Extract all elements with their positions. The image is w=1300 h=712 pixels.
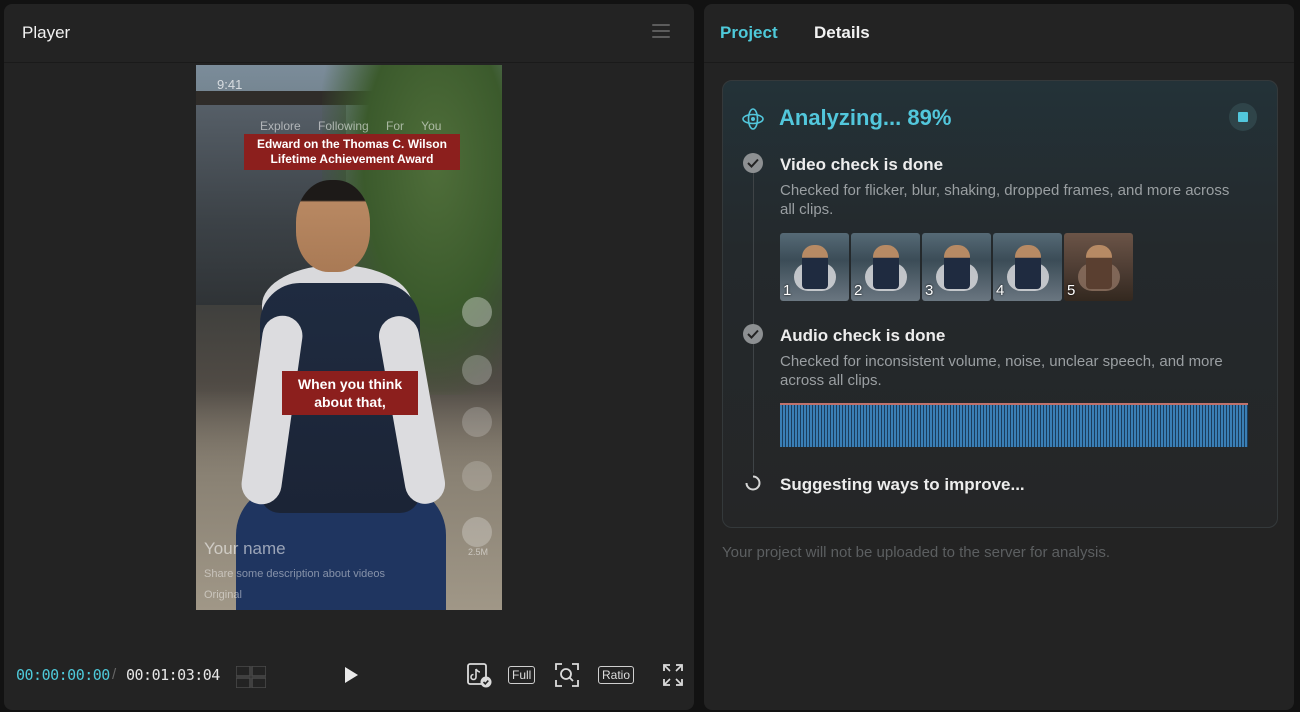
clip-number: 1 [783, 282, 792, 299]
clip-number: 3 [925, 282, 934, 299]
clip-number: 2 [854, 282, 863, 299]
comment-icon [462, 407, 492, 437]
player-title: Player [22, 23, 71, 42]
project-header: Project Details [704, 4, 1294, 63]
clip-thumbnail[interactable]: 2 [851, 233, 920, 301]
clip-number: 5 [1067, 282, 1076, 299]
clip-thumbnail[interactable]: 4 [993, 233, 1062, 301]
project-panel: Project Details Analyzing... 89% Video c… [704, 4, 1294, 710]
share-icon [462, 517, 492, 547]
ai-sparkle-icon [742, 108, 764, 130]
tiktok-check-icon[interactable] [466, 662, 494, 688]
grid-layout-icon[interactable] [236, 666, 266, 688]
total-timecode: 00:01:03:04 [126, 666, 220, 684]
player-controls: 00:00:00:00 / 00:01:03:04 Full Ratio [4, 646, 694, 710]
heart-icon [462, 355, 492, 385]
zoom-fit-icon[interactable] [554, 662, 580, 688]
video-username: Your name [204, 539, 286, 558]
person-head [296, 180, 370, 272]
player-header: Player [4, 4, 694, 63]
profile-avatar-icon [462, 297, 492, 327]
share-count: 2.5M [467, 547, 488, 557]
hamburger-menu-icon[interactable] [652, 24, 670, 38]
analyzing-progress: Analyzing... 89% [779, 105, 952, 130]
clip-thumbnail[interactable]: 3 [922, 233, 991, 301]
timeline-line [753, 173, 754, 473]
audio-check-desc: Checked for inconsistent volume, noise, … [780, 353, 1223, 389]
audio-waveform [780, 403, 1248, 447]
clip-thumbnail[interactable]: 1 [780, 233, 849, 301]
bookmark-icon [462, 461, 492, 491]
stop-analysis-button[interactable] [1229, 103, 1257, 131]
video-nav-tabs: Explore Following For You [260, 119, 442, 133]
timecode-separator: / [112, 666, 117, 683]
caption-title: Edward on the Thomas C. Wilson Lifetime … [244, 134, 460, 170]
privacy-notice: Your project will not be uploaded to the… [722, 544, 1111, 561]
tab-details[interactable]: Details [814, 23, 870, 43]
analysis-card: Analyzing... 89% Video check is done Che… [722, 80, 1278, 528]
video-description: Share some description about videos [204, 568, 385, 580]
video-preview[interactable]: 9:41 Explore Following For You Edward on… [196, 65, 502, 610]
fullscreen-icon[interactable] [662, 662, 684, 688]
play-button[interactable] [338, 660, 364, 690]
video-sound: Original [204, 589, 242, 601]
tab-project[interactable]: Project [720, 23, 778, 43]
audio-check-title: Audio check is done [780, 326, 946, 345]
video-check-desc: Checked for flicker, blur, shaking, drop… [780, 182, 1230, 218]
player-panel: Player 9:41 Explore Following For You Ed… [4, 4, 694, 710]
check-icon [743, 153, 763, 173]
clip-number: 4 [996, 282, 1005, 299]
clip-thumbnails: 1 2 3 4 5 [780, 233, 1136, 301]
check-icon [743, 324, 763, 344]
full-button[interactable]: Full [508, 666, 536, 684]
caption-subtitle: When you think about that, [282, 371, 418, 415]
loading-spinner-icon [745, 475, 761, 491]
suggesting-text: Suggesting ways to improve... [780, 475, 1025, 494]
ratio-button[interactable]: Ratio [598, 666, 635, 684]
clip-thumbnail[interactable]: 5 [1064, 233, 1133, 301]
video-check-title: Video check is done [780, 155, 944, 174]
current-timecode: 00:00:00:00 [16, 666, 110, 684]
video-status-time: 9:41 [217, 77, 243, 92]
